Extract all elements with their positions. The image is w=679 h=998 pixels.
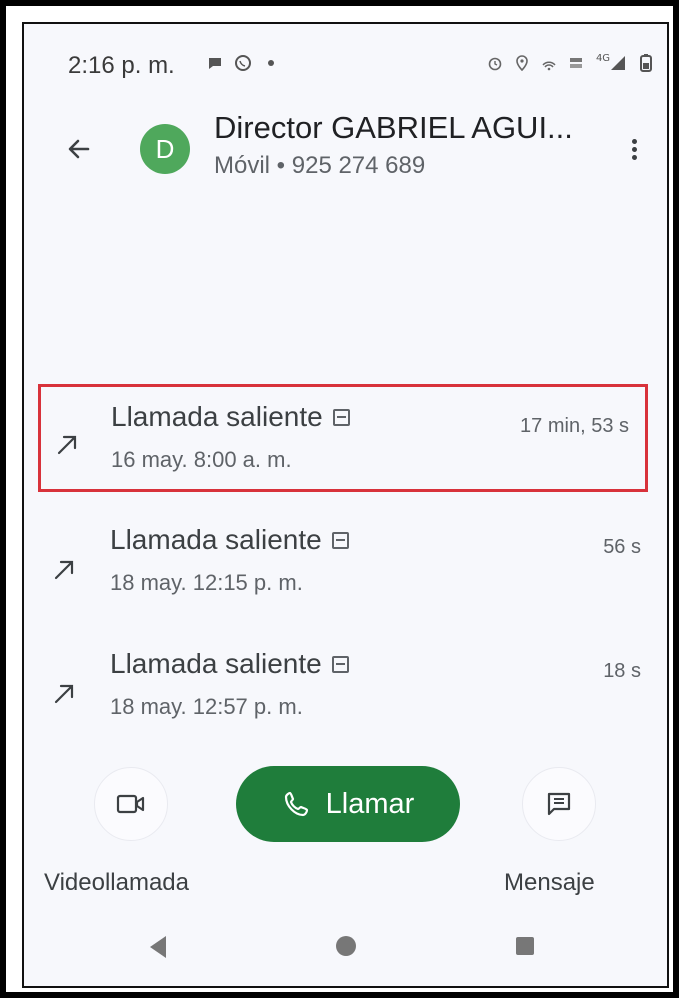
call-duration: 18 s: [603, 660, 641, 682]
call-log-item[interactable]: Llamada saliente 16 may. 8:00 a. m. 17 m…: [38, 384, 648, 492]
back-arrow-icon[interactable]: [62, 132, 96, 166]
volte-icon: [567, 54, 585, 72]
call-duration: 17 min, 53 s: [520, 415, 629, 437]
call-button-label: Llamar: [325, 787, 415, 820]
call-duration: 56 s: [603, 536, 641, 558]
whatsapp-icon: [234, 54, 252, 72]
more-options-icon[interactable]: [625, 136, 643, 166]
system-icons: 4G: [486, 52, 655, 72]
network-label: 4G: [595, 52, 611, 64]
call-type: Llamada saliente: [111, 401, 323, 432]
message-label: Mensaje: [504, 869, 595, 896]
video-camera-icon: [116, 794, 145, 814]
nav-home-icon[interactable]: [336, 936, 356, 956]
video-call-label: Videollamada: [44, 869, 189, 896]
video-call-button[interactable]: [94, 767, 168, 841]
call-type: Llamada saliente: [110, 524, 322, 555]
location-icon: [513, 54, 531, 72]
nav-back-icon[interactable]: [150, 936, 166, 958]
signal-4g-icon: 4G: [594, 52, 628, 72]
sim-card-icon: [331, 531, 349, 549]
call-type-row: Llamada saliente: [111, 401, 350, 433]
phone-icon: [284, 791, 308, 817]
call-date: 18 may. 12:57 p. m.: [110, 694, 303, 719]
wifi-calling-icon: [540, 54, 558, 72]
outgoing-call-icon: [53, 431, 81, 459]
message-button[interactable]: [522, 767, 596, 841]
status-bar: 2:16 p. m. 4G: [24, 24, 667, 96]
screenshot-frame: 2:16 p. m. 4G D Director GABRIEL AGUI...…: [0, 0, 679, 998]
battery-icon: [637, 54, 655, 72]
call-date: 16 may. 8:00 a. m.: [111, 447, 292, 472]
chat-bubble-icon: [206, 54, 224, 72]
contact-phone-number: Móvil • 925 274 689: [214, 152, 426, 179]
call-date: 18 may. 12:15 p. m.: [110, 570, 303, 595]
call-type-row: Llamada saliente: [110, 524, 349, 556]
frame-border: 2:16 p. m. 4G D Director GABRIEL AGUI...…: [6, 6, 673, 992]
phone-screen: 2:16 p. m. 4G D Director GABRIEL AGUI...…: [22, 22, 669, 988]
call-type-row: Llamada saliente: [110, 648, 349, 680]
sim-card-icon: [331, 655, 349, 673]
call-log-item[interactable]: Llamada saliente 18 may. 12:15 p. m. 56 …: [24, 514, 667, 622]
outgoing-call-icon: [50, 680, 78, 708]
outgoing-call-icon: [50, 556, 78, 584]
call-button[interactable]: Llamar: [236, 766, 460, 842]
sim-card-icon: [332, 408, 350, 426]
alarm-icon: [486, 54, 504, 72]
navigation-bar: [24, 916, 667, 986]
contact-avatar: D: [140, 124, 190, 174]
dot-icon: [262, 54, 280, 72]
call-type: Llamada saliente: [110, 648, 322, 679]
notification-icons: [206, 54, 280, 72]
contact-name: Director GABRIEL AGUI...: [214, 110, 573, 145]
status-time: 2:16 p. m.: [68, 52, 175, 79]
call-log-item[interactable]: Llamada saliente 18 may. 12:57 p. m. 18 …: [24, 638, 667, 746]
nav-recents-icon[interactable]: [516, 937, 534, 955]
message-icon: [547, 792, 571, 816]
